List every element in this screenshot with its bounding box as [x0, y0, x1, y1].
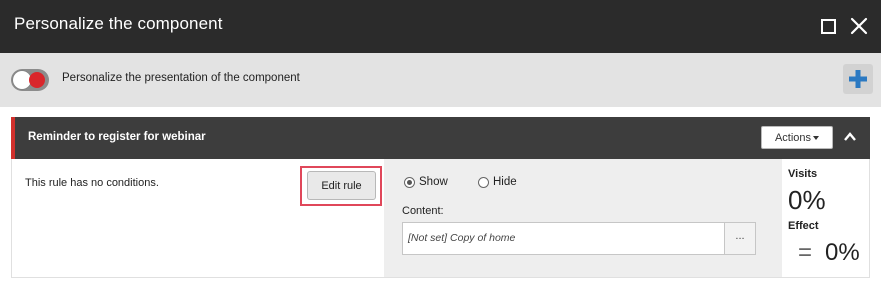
actions-dropdown-button[interactable]: Actions [761, 126, 833, 149]
dialog-title: Personalize the component [14, 14, 223, 33]
plus-icon [849, 70, 867, 88]
content-field[interactable]: [Not set] Copy of home ... [402, 222, 756, 255]
content-field-value: [Not set] Copy of home [408, 232, 516, 244]
rule-action-panel: Show Hide Content: [Not set] Copy of hom… [384, 159, 782, 277]
visits-label: Visits [788, 168, 818, 180]
personalize-toggle-label: Personalize the presentation of the comp… [62, 72, 300, 84]
browse-content-button[interactable]: ... [724, 223, 755, 254]
rule-title: Reminder to register for webinar [28, 131, 206, 143]
close-icon[interactable] [848, 15, 870, 37]
hide-radio-label[interactable]: Hide [493, 176, 517, 188]
hide-radio[interactable] [478, 177, 489, 188]
edit-rule-button[interactable]: Edit rule [307, 171, 376, 200]
show-radio-label[interactable]: Show [419, 176, 448, 188]
caret-down-icon [813, 136, 820, 141]
show-radio[interactable] [404, 177, 415, 188]
actions-label: Actions [774, 132, 812, 144]
rule-stats: Visits 0% Effect = 0% [782, 159, 870, 277]
add-rule-button[interactable] [843, 64, 873, 94]
rule-body: This rule has no conditions. Edit rule S… [11, 159, 870, 278]
rule-accent-bar [11, 117, 15, 159]
visits-value: 0% [788, 185, 826, 215]
personalize-toggle[interactable] [11, 69, 49, 91]
effect-label: Effect [788, 220, 819, 232]
rule-header[interactable]: Reminder to register for webinar Actions [11, 117, 870, 159]
maximize-icon[interactable] [816, 15, 838, 37]
collapse-rule-button[interactable] [840, 127, 860, 147]
effect-equal-icon: = [798, 239, 813, 266]
dialog-titlebar: Personalize the component [0, 0, 881, 53]
rule-conditions-text: This rule has no conditions. [25, 177, 159, 189]
content-label: Content: [402, 205, 444, 217]
effect-value: 0% [825, 239, 860, 266]
personalize-toggle-row: Personalize the presentation of the comp… [0, 53, 881, 107]
chevron-up-icon [844, 132, 856, 141]
